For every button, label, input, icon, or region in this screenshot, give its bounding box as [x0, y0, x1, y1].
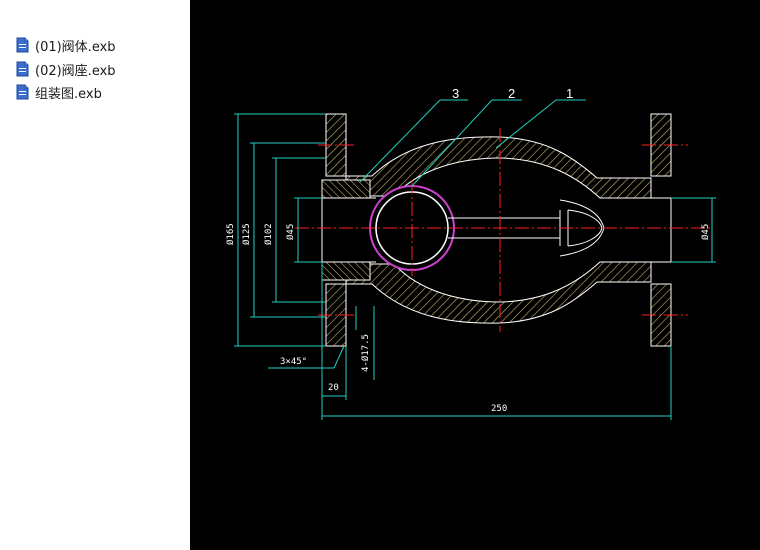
- file-name: (02)阀座.exb: [35, 63, 116, 79]
- dim-d165: Ø165: [225, 223, 236, 245]
- dim-flange-thickness: 20: [328, 383, 339, 393]
- file-item-valve-seat[interactable]: (02)阀座.exb: [16, 59, 116, 79]
- dim-d45-right: Ø45: [700, 224, 711, 240]
- file-item-valve-body[interactable]: (01)阀体.exb: [16, 35, 116, 55]
- valve-assembly-drawing: 3 2 1 Ø165 Ø125 Ø102 Ø45 Ø45 3×45° 4-Ø17…: [225, 86, 716, 420]
- dim-d102: Ø102: [263, 223, 274, 245]
- dim-chamfer: 3×45°: [280, 357, 307, 367]
- part-label-2: 2: [508, 86, 515, 101]
- document-icon: [16, 84, 29, 100]
- cad-drawing-canvas[interactable]: 3 2 1 Ø165 Ø125 Ø102 Ø45 Ø45 3×45° 4-Ø17…: [190, 0, 760, 550]
- file-name: (01)阀体.exb: [35, 39, 116, 55]
- part-label-1: 1: [566, 86, 573, 101]
- file-name: 组装图.exb: [35, 86, 102, 102]
- dim-overall-length: 250: [491, 404, 507, 414]
- dim-d125: Ø125: [241, 223, 252, 245]
- document-icon: [16, 61, 29, 77]
- file-item-assembly[interactable]: 组装图.exb: [16, 82, 102, 102]
- dim-d45-left: Ø45: [285, 224, 296, 240]
- document-icon: [16, 37, 29, 53]
- part-label-3: 3: [452, 86, 459, 101]
- file-list-panel: (01)阀体.exb (02)阀座.exb 组装图.exb: [0, 0, 190, 550]
- dim-bolt-holes: 4-Ø17.5: [360, 334, 371, 372]
